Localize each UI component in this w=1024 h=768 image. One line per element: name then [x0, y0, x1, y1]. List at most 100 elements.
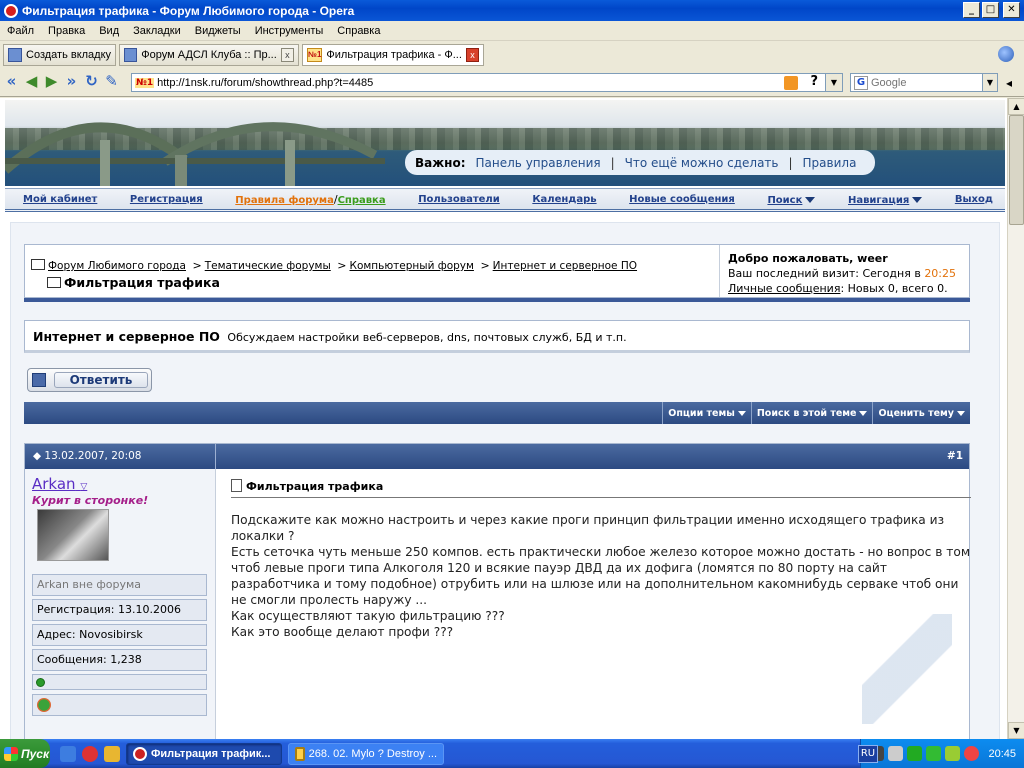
bridge-image — [5, 122, 385, 186]
nav-calendar[interactable]: Календарь — [532, 194, 596, 205]
scroll-thumb[interactable] — [1009, 115, 1024, 225]
language-indicator[interactable]: RU — [858, 745, 878, 763]
thread-options-menu[interactable]: Опции темы — [662, 402, 751, 424]
tab-bar: Создать вкладку Форум АДСЛ Клуба :: Пр..… — [0, 42, 1024, 68]
nav-rules[interactable]: Правила форума — [235, 195, 334, 206]
menu-help[interactable]: Справка — [330, 25, 387, 37]
tab-traffic-filtering[interactable]: №1 Фильтрация трафика - Ф... x — [302, 44, 485, 66]
forward-icon[interactable]: ▶ — [43, 74, 60, 91]
url-input[interactable] — [157, 76, 778, 89]
reload-icon[interactable]: ↻ — [83, 74, 100, 91]
tray-app-icon[interactable] — [945, 746, 960, 761]
tab-close-icon[interactable]: x — [465, 48, 480, 62]
chevron-down-icon[interactable]: ▼ — [825, 74, 842, 91]
reputation-row — [32, 674, 207, 690]
nav-search[interactable]: Поиск — [767, 195, 802, 206]
vertical-scrollbar[interactable]: ▲ ▼ — [1007, 98, 1024, 739]
taskbar-item-player[interactable]: 268. 02. Mylo ? Destroy ... — [288, 742, 444, 765]
reply-icon — [32, 373, 46, 387]
breadcrumb-thematic[interactable]: Тематические форумы — [205, 260, 331, 272]
rss-icon[interactable] — [784, 76, 798, 90]
nav-new-posts[interactable]: Новые сообщения — [629, 194, 735, 205]
rewind-icon[interactable]: « — [3, 74, 20, 91]
minimize-button[interactable]: _ — [963, 2, 980, 18]
tray-app-icon[interactable] — [888, 746, 903, 761]
private-messages: Личные сообщения: Новых 0, всего 0. — [728, 282, 948, 295]
chevron-down-icon — [737, 410, 746, 416]
post-1: ◆ 13.02.2007, 20:08 #1 Arkan ▽ Курит в с… — [24, 443, 971, 739]
app-quicklaunch-icon[interactable] — [104, 745, 120, 762]
help-icon[interactable]: ? — [810, 74, 818, 89]
chevron-down-icon — [957, 410, 965, 416]
breadcrumb-internet[interactable]: Интернет и серверное ПО — [493, 260, 637, 272]
post-header: ◆ 13.02.2007, 20:08 #1 — [25, 444, 969, 469]
window-title: Фильтрация трафика - Форум Любимого горо… — [22, 3, 355, 18]
tray-app-icon[interactable] — [926, 746, 941, 761]
menu-widgets[interactable]: Виджеты — [188, 25, 248, 37]
nav-users[interactable]: Пользователи — [418, 194, 500, 205]
taskbar-item-opera[interactable]: Фильтрация трафик... — [126, 742, 282, 765]
post-text: Подскажите как можно настроить и через к… — [231, 513, 971, 639]
clover-icon — [37, 698, 51, 712]
post-body: Фильтрация трафика Подскажите как можно … — [217, 469, 971, 739]
author-status: Arkan вне форума — [32, 574, 207, 596]
nav-search-menu[interactable]: Поиск — [767, 193, 816, 206]
author-messages: Сообщения: 1,238 — [32, 649, 207, 671]
globe-icon[interactable] — [998, 46, 1014, 62]
link-rules[interactable]: Правила — [803, 156, 857, 170]
site-badge-icon: №1 — [307, 48, 323, 62]
nav-my-cabinet[interactable]: Мой кабинет — [23, 194, 97, 205]
link-control-panel[interactable]: Панель управления — [476, 156, 601, 170]
rate-thread-menu[interactable]: Оценить тему — [872, 402, 970, 424]
pm-link[interactable]: Личные сообщения — [728, 282, 840, 295]
opera-quicklaunch-icon[interactable] — [82, 745, 98, 762]
reply-label: Ответить — [54, 372, 148, 388]
menu-file[interactable]: Файл — [0, 25, 41, 37]
tray-check-icon[interactable] — [907, 746, 922, 761]
post-date: ◆ 13.02.2007, 20:08 — [33, 450, 142, 462]
address-toolbar: « ◀ ▶ » ↻ ✎ №1 ? ▼ G ▼ ◂ — [0, 69, 1024, 97]
pencil-watermark-icon — [862, 614, 952, 724]
nav-rules-help: Правила форума/Справка — [235, 192, 386, 206]
breadcrumb-computer[interactable]: Компьютерный форум — [349, 260, 473, 272]
thread-search-menu[interactable]: Поиск в этой теме — [750, 402, 873, 424]
menu-tools[interactable]: Инструменты — [248, 25, 331, 37]
menu-bookmarks[interactable]: Закладки — [126, 25, 188, 37]
maximize-button[interactable]: □ — [982, 2, 999, 18]
search-input[interactable] — [871, 76, 979, 89]
edit-icon[interactable]: ✎ — [103, 74, 120, 91]
clock: 20:45 — [988, 747, 1016, 760]
ie-icon[interactable] — [60, 745, 76, 762]
close-button[interactable]: ✕ — [1003, 2, 1020, 18]
author-registration: Регистрация: 13.10.2006 — [32, 599, 207, 621]
chevron-down-icon — [859, 410, 868, 416]
menu-view[interactable]: Вид — [92, 25, 126, 37]
back-icon[interactable]: ◀ — [23, 74, 40, 91]
post-author-panel: Arkan ▽ Курит в сторонке! Arkan вне фору… — [25, 469, 216, 739]
post-number-link[interactable]: #1 — [947, 450, 963, 462]
site-badge-icon: №1 — [135, 77, 155, 88]
fast-forward-icon[interactable]: » — [63, 74, 80, 91]
tab-adsl-club[interactable]: Форум АДСЛ Клуба :: Пр... x — [119, 44, 300, 66]
nav-register[interactable]: Регистрация — [130, 194, 203, 205]
start-button[interactable]: Пуск — [0, 739, 50, 768]
nav-help[interactable]: Справка — [338, 195, 386, 206]
breadcrumb-home[interactable]: Форум Любимого города — [48, 260, 186, 272]
tab-new[interactable]: Создать вкладку — [3, 44, 117, 66]
author-name[interactable]: Arkan ▽ — [32, 475, 87, 493]
system-tray: 20:45 — [860, 739, 1024, 768]
panel-toggle-icon[interactable]: ◂ — [1006, 76, 1012, 90]
nav-navigation[interactable]: Навигация — [848, 195, 909, 206]
search-field[interactable]: G ▼ — [850, 73, 998, 92]
menu-edit[interactable]: Правка — [41, 25, 92, 37]
link-what-else[interactable]: Что ещё можно сделать — [625, 156, 779, 170]
tray-speaker-icon[interactable] — [964, 746, 979, 761]
reply-button[interactable]: Ответить — [27, 368, 152, 392]
scroll-up-icon[interactable]: ▲ — [1008, 98, 1024, 115]
nav-navigation-menu[interactable]: Навигация — [848, 193, 923, 206]
address-field[interactable]: №1 ? ▼ — [131, 73, 843, 92]
scroll-down-icon[interactable]: ▼ — [1008, 722, 1024, 739]
tab-close-icon[interactable]: x — [280, 48, 295, 62]
chevron-down-icon[interactable]: ▼ — [982, 74, 997, 91]
nav-logout[interactable]: Выход — [955, 194, 993, 205]
